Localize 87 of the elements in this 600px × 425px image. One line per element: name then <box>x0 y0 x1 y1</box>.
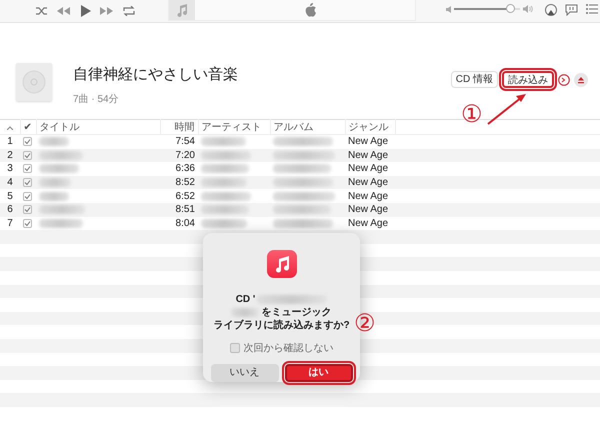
track-time: 7:20 <box>160 148 198 162</box>
blurred-album <box>273 192 335 201</box>
next-icon[interactable] <box>100 6 114 16</box>
blurred-album <box>273 150 335 160</box>
logo-icon <box>305 3 317 17</box>
blurred-album <box>273 137 333 146</box>
blurred-artist <box>201 218 247 228</box>
step-number: ② <box>354 312 376 336</box>
blurred-title <box>39 150 83 160</box>
speaker-high-icon <box>523 5 533 13</box>
blurred-artist <box>201 137 246 146</box>
album-title: 自律神経にやさしい音楽 <box>73 65 238 84</box>
sort-caret-icon[interactable] <box>6 126 13 130</box>
track-checkbox[interactable] <box>23 150 32 160</box>
track-checkbox[interactable] <box>23 205 32 214</box>
track-genre: New Age <box>345 202 395 217</box>
track-number: 3 <box>0 162 20 176</box>
blurred-title <box>39 192 69 201</box>
column-header[interactable]: タイトル <box>36 120 160 134</box>
dialog-message: CD ' <box>236 293 256 306</box>
track-time: 6:36 <box>160 162 198 176</box>
track-time: 8:51 <box>160 202 198 217</box>
track-time: 6:52 <box>160 189 198 203</box>
track-genre: New Age <box>345 216 395 230</box>
blurred-title <box>39 137 69 146</box>
blurred-artist <box>201 150 251 160</box>
arrow <box>486 92 528 126</box>
track-number: 2 <box>0 148 20 162</box>
track-genre: New Age <box>345 162 395 176</box>
track-number: 5 <box>0 189 20 203</box>
previous-icon[interactable] <box>56 6 70 16</box>
cd-info-button[interactable]: CD 情報 <box>450 71 498 88</box>
track-time: 7:54 <box>160 134 198 149</box>
track-number: 1 <box>0 134 20 149</box>
speaker-low-icon <box>446 6 451 12</box>
blurred-artist <box>201 164 249 174</box>
track-checkbox[interactable] <box>23 178 32 187</box>
blurred-album <box>273 218 333 228</box>
list-icon[interactable] <box>586 4 598 14</box>
track-checkbox[interactable] <box>23 218 32 228</box>
track-number: 7 <box>0 216 20 230</box>
blurred-title <box>39 205 85 214</box>
album-info: 7曲 · 54分 <box>73 92 120 106</box>
track-number: 4 <box>0 176 20 190</box>
blurred-title <box>39 178 71 187</box>
repeat-icon[interactable] <box>123 6 135 16</box>
blurred-text <box>257 295 328 304</box>
column-header[interactable]: ✔ <box>20 120 36 134</box>
play-icon[interactable] <box>79 5 91 17</box>
track-genre: New Age <box>345 148 395 162</box>
no-button[interactable]: いいえ <box>210 364 278 382</box>
track-genre: New Age <box>345 176 395 190</box>
blurred-album <box>273 205 331 214</box>
blurred-album <box>273 164 331 174</box>
dialog-message: ライブラリに読み込みますか? <box>213 319 350 332</box>
track-checkbox[interactable] <box>23 192 32 201</box>
import-button[interactable]: 読み込み <box>502 71 554 88</box>
checkbox-label: 次回から確認しない <box>244 342 334 355</box>
step-number: ① <box>461 103 483 127</box>
music-app-icon <box>266 250 296 278</box>
blurred-title <box>39 164 79 174</box>
airplay-icon[interactable] <box>545 4 557 16</box>
track-number: 6 <box>0 202 20 217</box>
cd-artwork-icon <box>16 63 52 101</box>
download-icon[interactable] <box>558 74 570 86</box>
shuffle-icon[interactable] <box>36 6 47 16</box>
track-checkbox[interactable] <box>23 164 32 174</box>
column-header[interactable]: 時間 <box>160 120 198 134</box>
blurred-text <box>231 308 260 317</box>
blurred-artist <box>201 192 251 201</box>
column-header[interactable]: アルバム <box>270 120 345 134</box>
checkbox[interactable] <box>230 343 240 353</box>
track-time: 8:04 <box>160 216 198 230</box>
speech-bubble-icon[interactable] <box>565 4 578 16</box>
dialog-message: をミュージック <box>261 306 332 319</box>
track-checkbox[interactable] <box>23 137 32 146</box>
column-header[interactable]: ジャンル <box>345 120 395 134</box>
slider-thumb[interactable] <box>506 4 516 13</box>
track-time: 8:52 <box>160 176 198 190</box>
column-header[interactable]: アーティスト <box>198 120 270 134</box>
blurred-artist <box>201 178 247 187</box>
eject-icon[interactable] <box>574 72 588 86</box>
track-genre: New Age <box>345 189 395 203</box>
track-genre: New Age <box>345 134 395 149</box>
blurred-artist <box>201 205 249 214</box>
blurred-album <box>273 178 333 187</box>
blurred-title <box>39 218 83 228</box>
